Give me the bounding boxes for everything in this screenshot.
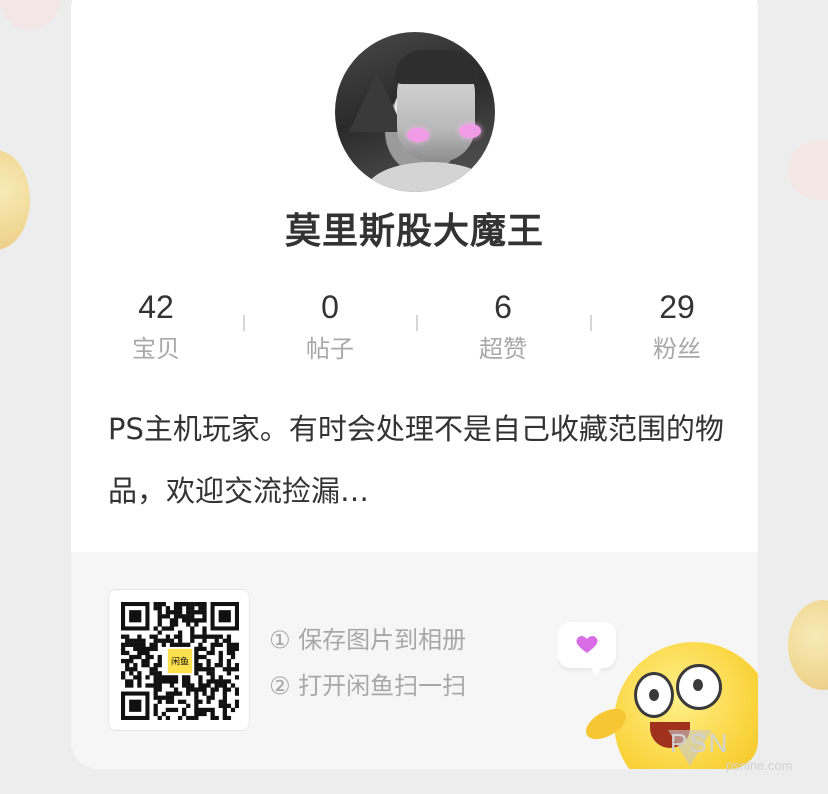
stat-label: 超赞 <box>479 335 527 363</box>
stat-value: 42 <box>138 289 174 325</box>
stat-divider <box>416 315 418 331</box>
qr-code-image: 闲鱼 <box>121 602 239 720</box>
stat-likes: 6 超赞 <box>443 285 563 367</box>
stat-value: 0 <box>321 289 339 325</box>
background-mascot <box>788 600 828 690</box>
watermark-site: psnine.com <box>726 758 793 773</box>
stat-items: 42 宝贝 <box>96 285 216 367</box>
profile-share-card: 莫里斯股大魔王 42 宝贝 0 帖子 6 超赞 29 粉丝 PS主机玩家。有时会… <box>71 0 758 769</box>
share-footer: 闲鱼 ① 保存图片到相册 ② 打开闲鱼扫一扫 <box>71 552 758 769</box>
stat-value: 29 <box>659 289 695 325</box>
stat-value: 6 <box>494 289 512 325</box>
share-step-scan: ② 打开闲鱼扫一扫 <box>269 672 467 700</box>
stat-followers: 29 粉丝 <box>617 285 737 367</box>
qr-code: 闲鱼 <box>108 589 250 731</box>
heart-sticker-icon <box>407 128 429 142</box>
stat-divider <box>590 315 592 331</box>
stat-label: 帖子 <box>306 335 354 363</box>
stats-row: 42 宝贝 0 帖子 6 超赞 29 粉丝 <box>71 285 758 365</box>
qr-center-logo: 闲鱼 <box>171 656 189 668</box>
stat-label: 宝贝 <box>132 335 180 363</box>
profile-bio: PS主机玩家。有时会处理不是自己收藏范围的物品，欢迎交流捡漏… <box>108 412 724 508</box>
profile-name: 莫里斯股大魔王 <box>284 211 544 252</box>
avatar <box>335 32 495 192</box>
watermark-logo: PSN <box>670 728 730 758</box>
stat-divider <box>243 315 245 331</box>
stat-posts: 0 帖子 <box>270 285 390 367</box>
background-decoration <box>0 0 60 30</box>
watermark: PSN psnine.com <box>668 728 820 778</box>
background-decoration <box>788 140 828 200</box>
heart-sticker-icon <box>459 124 481 138</box>
background-mascot <box>0 150 30 250</box>
share-step-save: ① 保存图片到相册 <box>269 626 467 654</box>
stat-label: 粉丝 <box>653 335 701 363</box>
heart-bubble-icon <box>558 622 616 676</box>
